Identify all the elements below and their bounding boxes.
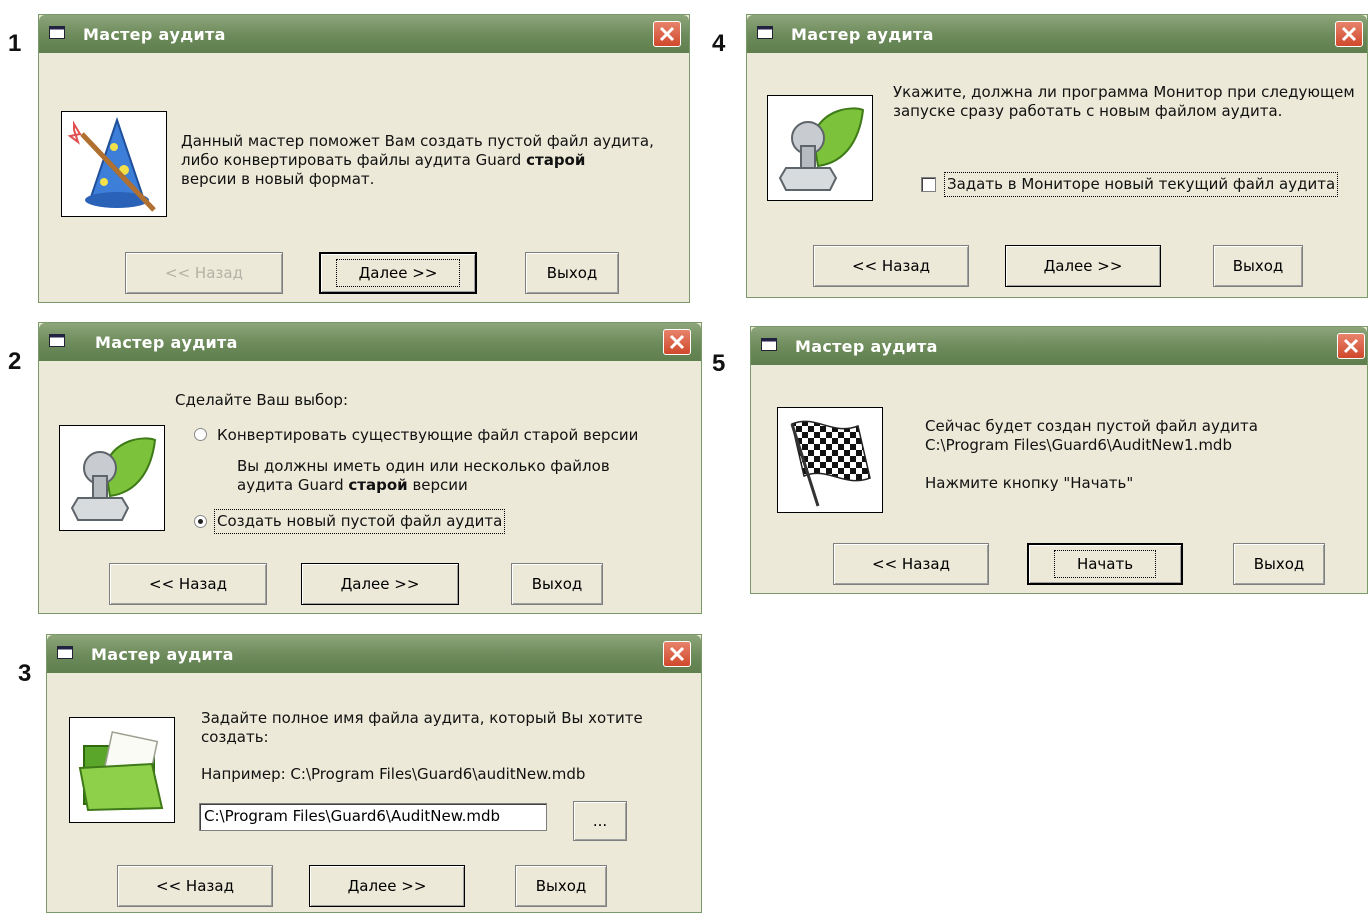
filename-prompt: Задайте полное имя файла аудита, который… xyxy=(201,709,643,746)
close-icon xyxy=(669,334,685,350)
close-icon xyxy=(659,26,675,42)
window-icon xyxy=(757,26,773,39)
wizard-dialog-4: Мастер аудита Укажите, должна ли програм… xyxy=(746,14,1368,298)
step-number-1: 1 xyxy=(8,30,22,57)
window-title: Мастер аудита xyxy=(83,25,226,44)
close-button[interactable] xyxy=(663,329,691,355)
example-path: Например: C:\Program Files\Guard6\auditN… xyxy=(201,765,586,783)
window-title: Мастер аудита xyxy=(795,337,938,356)
close-button[interactable] xyxy=(1335,21,1363,47)
set-current-file-label[interactable]: Задать в Мониторе новый текущий файл ауд… xyxy=(943,172,1339,197)
wizard-hat-image xyxy=(61,111,167,217)
back-button[interactable]: << Назад xyxy=(117,865,273,907)
exit-button[interactable]: Выход xyxy=(515,865,607,907)
exit-button[interactable]: Выход xyxy=(525,252,619,294)
close-icon xyxy=(1341,26,1357,42)
wizard-dialog-5: Мастер аудита Сейчас будет создан пустой… xyxy=(750,326,1368,594)
back-button[interactable]: << Назад xyxy=(109,563,267,605)
folder-image xyxy=(69,717,175,823)
back-button[interactable]: << Назад xyxy=(833,543,989,585)
monitor-prompt: Укажите, должна ли программа Монитор при… xyxy=(893,83,1355,120)
checkered-flag-image xyxy=(777,407,883,513)
browse-button[interactable]: ... xyxy=(573,801,627,841)
window-title: Мастер аудита xyxy=(791,25,934,44)
back-button[interactable]: << Назад xyxy=(813,245,969,287)
close-button[interactable] xyxy=(653,21,681,47)
choice-prompt: Сделайте Ваш выбор: xyxy=(175,391,348,409)
window-title: Мастер аудита xyxy=(95,333,238,352)
radio-convert[interactable] xyxy=(194,428,207,441)
next-button[interactable]: Далее >> xyxy=(301,563,459,605)
bolt-leaf-image xyxy=(767,95,873,201)
close-icon xyxy=(669,646,685,662)
step-number-4: 4 xyxy=(712,30,726,57)
exit-button[interactable]: Выход xyxy=(1213,245,1303,287)
next-button[interactable]: Далее >> xyxy=(1005,245,1161,287)
back-button: << Назад xyxy=(125,252,283,294)
window-title: Мастер аудита xyxy=(91,645,234,664)
wizard-dialog-2: Мастер аудита Сделайте Ваш выбор: Конвер… xyxy=(38,322,702,614)
next-button[interactable]: Далее >> xyxy=(319,252,477,294)
close-icon xyxy=(1343,338,1359,354)
start-button[interactable]: Начать xyxy=(1027,543,1183,585)
set-current-file-checkbox[interactable] xyxy=(921,177,936,192)
close-button[interactable] xyxy=(663,641,691,667)
convert-note: Вы должны иметь один или несколько файло… xyxy=(237,457,610,494)
step-number-5: 5 xyxy=(712,350,726,377)
title-bar: Мастер аудита xyxy=(751,327,1367,365)
title-bar: Мастер аудита xyxy=(39,15,689,53)
radio-convert-label[interactable]: Конвертировать существующие файл старой … xyxy=(217,426,638,445)
window-icon xyxy=(57,646,73,659)
next-button[interactable]: Далее >> xyxy=(309,865,465,907)
step-number-2: 2 xyxy=(8,348,22,375)
exit-button[interactable]: Выход xyxy=(511,563,603,605)
intro-text: Данный мастер поможет Вам создать пустой… xyxy=(181,132,654,188)
close-button[interactable] xyxy=(1337,333,1365,359)
window-icon xyxy=(49,334,65,347)
summary-text: Сейчас будет создан пустой файл аудита C… xyxy=(925,417,1258,492)
wizard-dialog-3: Мастер аудита Задайте полное имя файла а… xyxy=(46,634,702,913)
title-bar: Мастер аудита xyxy=(39,323,701,361)
window-icon xyxy=(761,338,777,351)
bolt-leaf-image xyxy=(59,425,165,531)
title-bar: Мастер аудита xyxy=(747,15,1367,53)
radio-create[interactable] xyxy=(194,515,207,528)
exit-button[interactable]: Выход xyxy=(1233,543,1325,585)
audit-file-path-input[interactable]: C:\Program Files\Guard6\AuditNew.mdb xyxy=(199,803,547,831)
window-icon xyxy=(49,26,65,39)
wizard-dialog-1: Мастер аудита Данный мастер поможет Вам … xyxy=(38,14,690,303)
radio-create-label[interactable]: Создать новый пустой файл аудита xyxy=(213,509,506,534)
step-number-3: 3 xyxy=(18,660,32,687)
title-bar: Мастер аудита xyxy=(47,635,701,673)
